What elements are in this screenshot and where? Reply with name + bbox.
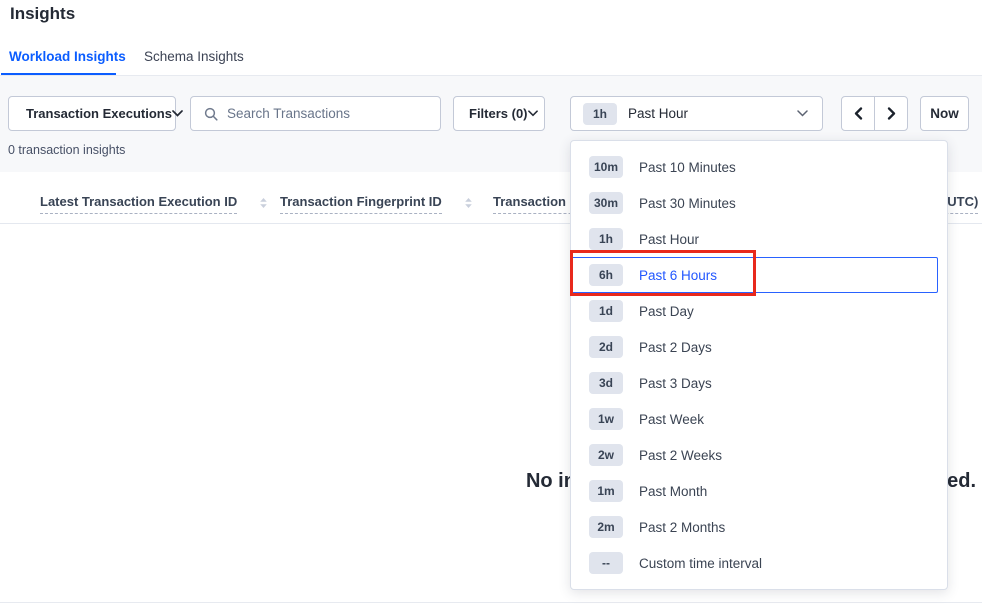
insights-page: Insights Workload Insights Schema Insigh… <box>0 0 982 605</box>
view-type-label: Transaction Executions <box>26 106 172 121</box>
time-option-badge: 6h <box>589 264 623 286</box>
time-range-option[interactable]: 30m Past 30 Minutes <box>571 185 938 221</box>
now-label: Now <box>930 106 959 121</box>
previous-interval-button[interactable] <box>841 96 875 131</box>
time-range-option[interactable]: 2d Past 2 Days <box>571 329 938 365</box>
filters-label: Filters (0) <box>469 106 528 121</box>
time-option-label: Past Hour <box>639 232 699 247</box>
time-option-label: Past 3 Days <box>639 376 712 391</box>
time-option-badge: -- <box>589 552 623 574</box>
page-title: Insights <box>10 4 75 24</box>
time-range-label: Past Hour <box>628 106 797 121</box>
sort-icon[interactable] <box>464 197 473 209</box>
time-option-badge: 1m <box>589 480 623 502</box>
now-button[interactable]: Now <box>920 96 969 131</box>
time-range-option[interactable]: 2m Past 2 Months <box>571 509 938 545</box>
tab-workload-insights[interactable]: Workload Insights <box>9 49 126 64</box>
time-option-badge: 1w <box>589 408 623 430</box>
time-option-label: Past Week <box>639 412 704 427</box>
time-range-dropdown-menu: 10m Past 10 Minutes 30m Past 30 Minutes … <box>570 140 948 590</box>
time-range-option[interactable]: 1m Past Month <box>571 473 938 509</box>
sort-icon[interactable] <box>259 197 268 209</box>
chevron-right-icon <box>887 107 896 120</box>
time-option-badge: 1h <box>589 228 623 250</box>
search-input[interactable] <box>227 106 430 121</box>
time-option-badge: 1d <box>589 300 623 322</box>
table-column-header[interactable]: Transaction Fingerprint ID <box>280 194 473 214</box>
time-range-option[interactable]: 6h Past 6 Hours <box>571 257 938 293</box>
time-option-badge: 10m <box>589 156 623 178</box>
time-range-option[interactable]: 1w Past Week <box>571 401 938 437</box>
time-option-label: Past 10 Minutes <box>639 160 736 175</box>
time-option-label: Past 2 Weeks <box>639 448 722 463</box>
search-icon <box>204 107 218 121</box>
next-interval-button[interactable] <box>874 96 908 131</box>
view-type-dropdown-button[interactable]: Transaction Executions <box>8 96 176 131</box>
time-range-badge: 1h <box>583 103 617 125</box>
column-label: Transaction Fingerprint ID <box>280 194 442 214</box>
time-dropdown-list: 10m Past 10 Minutes 30m Past 30 Minutes … <box>571 149 947 581</box>
time-range-dropdown-button[interactable]: 1h Past Hour <box>570 96 823 131</box>
column-label: Latest Transaction Execution ID <box>40 194 237 214</box>
time-option-badge: 30m <box>589 192 623 214</box>
table-column-header[interactable]: Latest Transaction Execution ID <box>40 194 268 214</box>
time-range-option[interactable]: 3d Past 3 Days <box>571 365 938 401</box>
time-range-option[interactable]: 10m Past 10 Minutes <box>571 149 938 185</box>
time-range-option[interactable]: 1d Past Day <box>571 293 938 329</box>
time-range-option[interactable]: 1h Past Hour <box>571 221 938 257</box>
page-bottom-divider <box>0 602 982 603</box>
time-option-label: Past Day <box>639 304 694 319</box>
insights-count-text: 0 transaction insights <box>8 143 125 157</box>
time-option-label: Past 6 Hours <box>639 268 717 283</box>
time-option-label: Past Month <box>639 484 707 499</box>
time-option-badge: 3d <box>589 372 623 394</box>
tab-schema-insights[interactable]: Schema Insights <box>144 49 244 64</box>
time-option-label: Past 2 Months <box>639 520 725 535</box>
filters-button[interactable]: Filters (0) <box>453 96 545 131</box>
time-range-option[interactable]: 2w Past 2 Weeks <box>571 437 938 473</box>
time-option-badge: 2d <box>589 336 623 358</box>
time-range-option[interactable]: -- Custom time interval <box>571 545 938 581</box>
search-transactions-box[interactable] <box>190 96 441 131</box>
time-option-label: Custom time interval <box>639 556 762 571</box>
chevron-left-icon <box>854 107 863 120</box>
time-option-label: Past 2 Days <box>639 340 712 355</box>
time-option-label: Past 30 Minutes <box>639 196 736 211</box>
chevron-down-icon <box>797 110 808 117</box>
chevron-down-icon <box>172 110 183 117</box>
time-option-badge: 2w <box>589 444 623 466</box>
chevron-down-icon <box>528 110 538 117</box>
time-option-badge: 2m <box>589 516 623 538</box>
